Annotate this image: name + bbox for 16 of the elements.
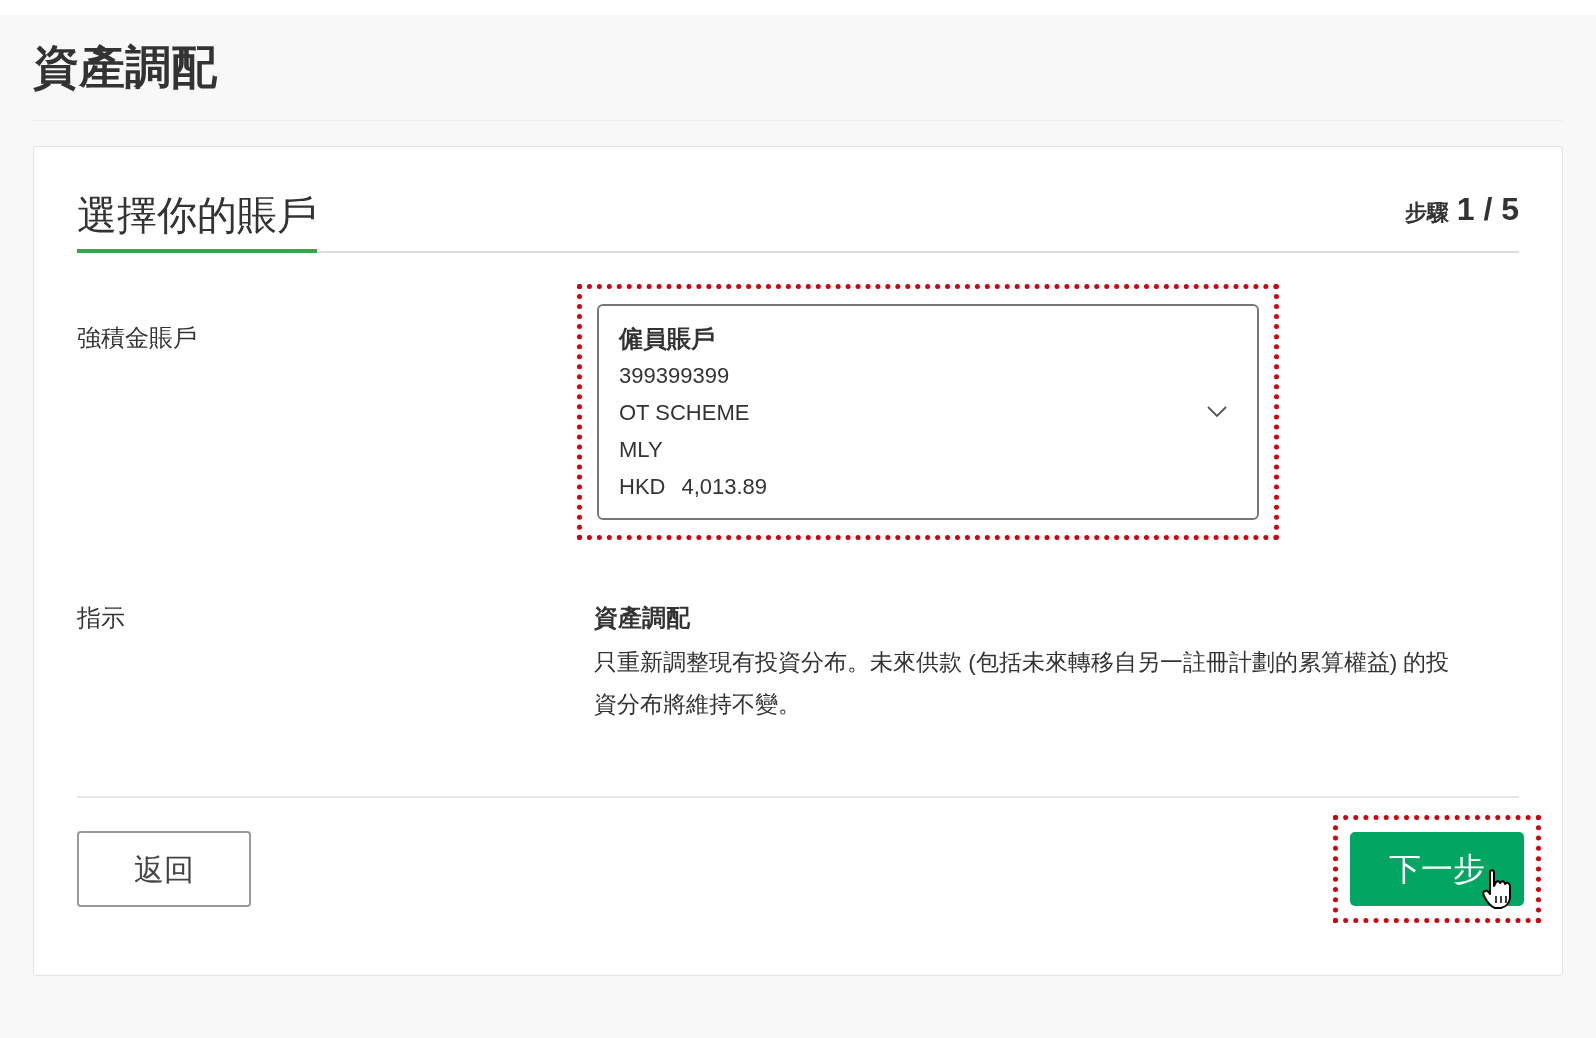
chevron-down-icon <box>1207 406 1227 418</box>
account-number: 399399399 <box>619 362 730 390</box>
page-title: 資產調配 <box>33 39 217 96</box>
instruction-text: 只重新調整現有投資分布。未來供款 (包括未來轉移自另一註冊計劃的累算權益) 的投資分布將維持不變。 <box>594 649 1451 719</box>
account-balance: 4,013.89 <box>681 473 768 501</box>
back-button[interactable]: 返回 <box>77 831 251 907</box>
step-counter: 1 / 5 <box>1456 190 1519 229</box>
step-label: 步驟 <box>1404 199 1449 227</box>
scheme-name: OT SCHEME <box>619 399 750 427</box>
account-code: MLY <box>619 436 663 464</box>
currency: HKD <box>619 473 666 501</box>
instruction-title: 資產調配 <box>594 603 690 633</box>
account-select[interactable]: 僱員賬戶 399399399 OT SCHEME MLY HKD 4,013.89 <box>597 304 1259 520</box>
field-label: 指示 <box>77 603 126 633</box>
account-type: 僱員賬戶 <box>619 324 715 353</box>
field-label: 強積金賬戶 <box>77 323 198 353</box>
